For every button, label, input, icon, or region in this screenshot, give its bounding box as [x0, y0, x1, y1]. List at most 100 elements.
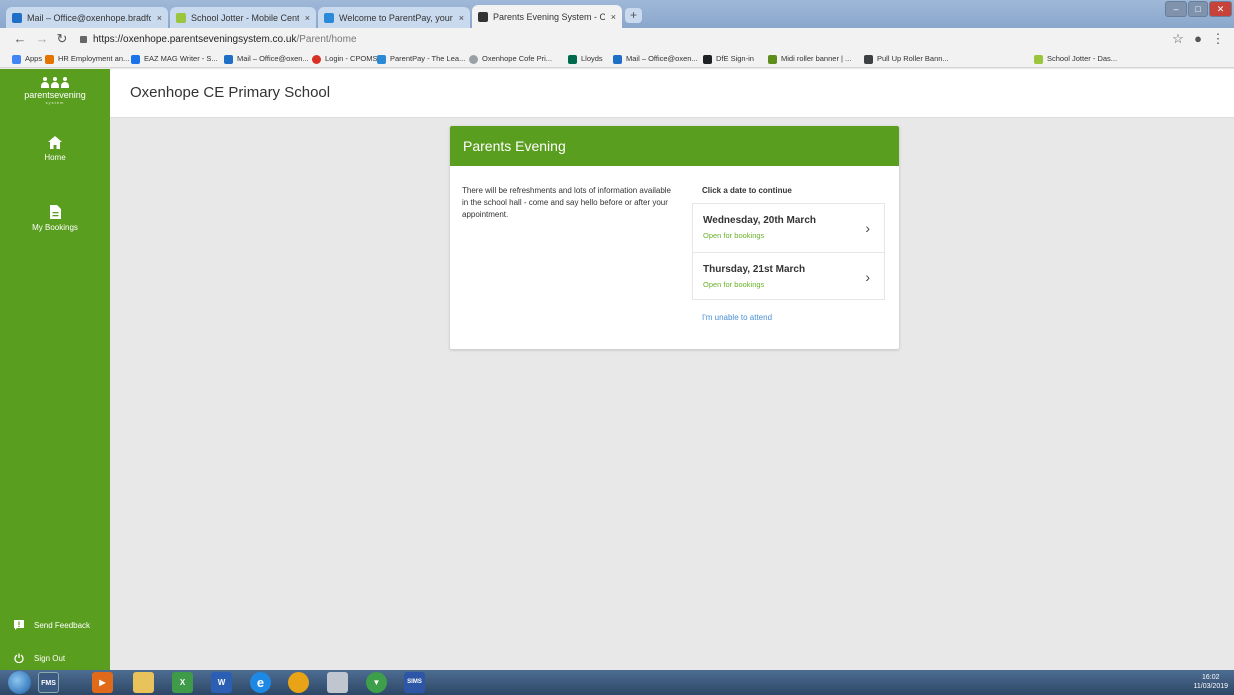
address-bar[interactable]: https://oxenhope.parentseveningsystem.co… — [80, 31, 357, 48]
apps-grid-icon — [12, 54, 21, 64]
site-header: parentsevening system Oxenhope CE Primar… — [0, 69, 1234, 118]
horse-icon — [568, 54, 577, 64]
date-status: Open for bookings — [703, 280, 765, 289]
bookmark-oxenhope[interactable]: Oxenhope Cofe Pri... — [469, 53, 552, 65]
parents-evening-card: Parents Evening There will be refreshmen… — [450, 126, 899, 349]
bookmark-dfe[interactable]: DfE Sign-in — [703, 53, 754, 65]
excel-icon[interactable]: X — [172, 672, 193, 693]
profile-icon[interactable]: ● — [1190, 31, 1206, 47]
tab-title: Mail – Office@oxenhope.bradfor — [27, 12, 151, 23]
bookmark-icon — [131, 54, 140, 64]
bookmarks-bar: Apps HR Employment an... EAZ MAG Writer … — [0, 51, 1234, 68]
home-icon — [48, 136, 62, 149]
close-icon[interactable]: × — [157, 13, 162, 23]
outlook-icon — [224, 54, 233, 64]
jotter-icon — [1034, 54, 1043, 64]
event-description: There will be refreshments and lots of i… — [462, 186, 671, 219]
chrome-icon[interactable] — [288, 672, 309, 693]
tab-parents-evening[interactable]: Parents Evening System - Oxenh × — [472, 5, 622, 28]
new-tab-button[interactable]: + — [625, 8, 642, 23]
date-option-wednesday[interactable]: Wednesday, 20th March Open for bookings … — [693, 204, 884, 252]
window-close-button[interactable]: ✕ — [1209, 1, 1232, 17]
send-feedback-button[interactable]: Send Feedback — [14, 620, 90, 630]
tab-school-jotter[interactable]: School Jotter - Mobile Centre × — [170, 7, 316, 28]
date-list: Wednesday, 20th March Open for bookings … — [692, 203, 885, 300]
tab-title: Parents Evening System - Oxenh — [493, 11, 605, 22]
bookmark-mail[interactable]: Mail – Office@oxen... — [224, 53, 309, 65]
forward-icon[interactable]: → — [34, 31, 50, 47]
bookmark-pull-up-banner[interactable]: Pull Up Roller Bann... — [864, 53, 949, 65]
taskbar-fms[interactable]: FMS — [38, 672, 59, 693]
main-content: Parents Evening There will be refreshmen… — [110, 118, 1234, 670]
date-label: Thursday, 21st March — [703, 264, 806, 275]
date-status: Open for bookings — [703, 231, 765, 240]
feedback-icon — [14, 620, 24, 630]
chevron-right-icon: › — [865, 269, 870, 285]
app-icon[interactable]: ▼ — [366, 672, 387, 693]
url-path: /Parent/home — [296, 34, 357, 45]
start-button[interactable] — [8, 671, 31, 694]
date-prompt: Click a date to continue — [702, 186, 792, 195]
reload-icon[interactable]: ↻ — [54, 31, 70, 47]
close-icon[interactable]: × — [459, 13, 464, 23]
school-name: Oxenhope CE Primary School — [130, 84, 331, 101]
sidebar-item-my-bookings[interactable]: My Bookings — [0, 205, 110, 232]
word-icon[interactable]: W — [211, 672, 232, 693]
sidebar: Home My Bookings Send Feedback Sign Out — [0, 118, 110, 670]
close-icon[interactable]: × — [305, 13, 310, 23]
logo-sub: system — [45, 100, 65, 105]
bookmark-school-jotter[interactable]: School Jotter - Das... — [1034, 53, 1117, 65]
file-explorer-icon[interactable] — [133, 672, 154, 693]
maximize-button[interactable]: □ — [1188, 1, 1208, 17]
date-label: Wednesday, 20th March — [703, 215, 816, 226]
bookmark-hr[interactable]: HR Employment an... — [45, 53, 129, 65]
system-tray-clock[interactable]: 16:02 11/03/2019 — [1193, 673, 1228, 691]
star-icon[interactable]: ☆ — [1170, 31, 1186, 47]
jotter-icon — [176, 12, 186, 23]
bookmark-eaz[interactable]: EAZ MAG Writer - S... — [131, 53, 218, 65]
send-feedback-label: Send Feedback — [34, 620, 91, 630]
bookmark-cpoms[interactable]: Login - CPOMS — [312, 53, 378, 65]
bookmark-icon — [768, 54, 777, 64]
menu-icon[interactable]: ⋮ — [1210, 31, 1226, 47]
clock-date: 11/03/2019 — [1193, 683, 1228, 690]
bookmark-lloyds[interactable]: Lloyds — [568, 53, 603, 65]
back-icon[interactable]: ← — [12, 31, 28, 47]
taskbar-sims[interactable]: SIMS — [404, 672, 425, 693]
sign-out-button[interactable]: Sign Out — [14, 653, 65, 663]
outlook-icon — [613, 54, 622, 64]
outlook-icon — [12, 12, 22, 23]
sign-out-label: Sign Out — [34, 653, 66, 663]
close-icon[interactable]: × — [611, 12, 616, 22]
bookmark-icon — [45, 54, 54, 64]
parentpay-icon — [324, 12, 334, 23]
minimize-button[interactable]: – — [1165, 1, 1187, 17]
document-icon — [49, 205, 61, 219]
bookmark-icon — [469, 54, 478, 64]
people-icon — [0, 69, 110, 88]
tab-mail[interactable]: Mail – Office@oxenhope.bradfor × — [6, 7, 168, 28]
browser-tab-strip: Mail – Office@oxenhope.bradfor × School … — [0, 0, 1234, 28]
unable-to-attend-link[interactable]: I'm unable to attend — [702, 313, 772, 322]
tab-parentpay[interactable]: Welcome to ParentPay, your onli × — [318, 7, 470, 28]
tab-title: School Jotter - Mobile Centre — [191, 12, 299, 23]
bookmark-icon — [703, 54, 712, 64]
bookmark-icon — [312, 54, 321, 64]
site-logo[interactable]: parentsevening system — [0, 69, 110, 118]
sidebar-item-label: Home — [44, 153, 66, 162]
media-player-icon[interactable]: ▶ — [92, 672, 113, 693]
bookmark-apps[interactable]: Apps — [12, 53, 42, 65]
internet-explorer-icon[interactable]: e — [250, 672, 271, 693]
logo-name: parentsevening — [24, 90, 86, 100]
bookmark-icon — [864, 54, 873, 64]
url-host: https://oxenhope.parentseveningsystem.co… — [93, 34, 297, 45]
card-title: Parents Evening — [450, 126, 899, 166]
bookmark-parentpay[interactable]: ParentPay - The Lea... — [377, 53, 465, 65]
power-icon — [14, 653, 24, 663]
bookmark-mail-2[interactable]: Mail – Office@oxen... — [613, 53, 698, 65]
date-option-thursday[interactable]: Thursday, 21st March Open for bookings › — [693, 252, 884, 300]
bookmark-midi-banner[interactable]: Midi roller banner | ... — [768, 53, 851, 65]
clock-time: 16:02 — [1201, 674, 1220, 681]
paint-icon[interactable] — [327, 672, 348, 693]
sidebar-item-home[interactable]: Home — [0, 136, 110, 162]
